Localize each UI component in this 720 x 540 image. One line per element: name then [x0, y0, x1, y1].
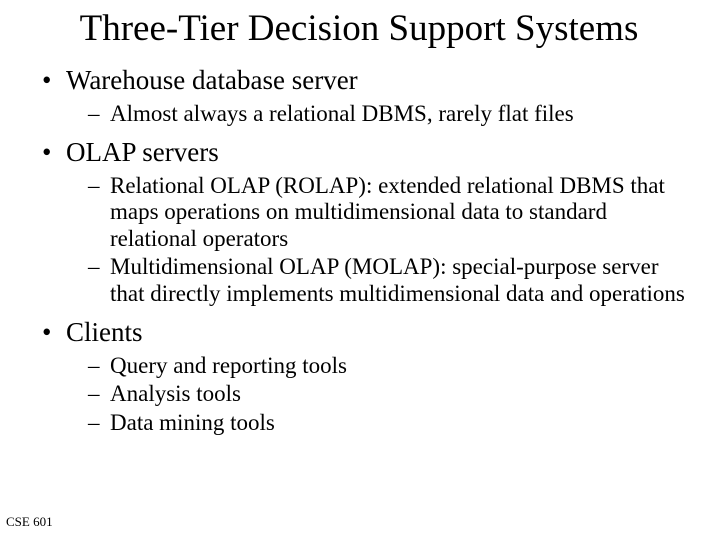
bullet-text: Warehouse database server [66, 65, 358, 95]
slide-footer: CSE 601 [6, 514, 53, 530]
sub-bullet-item: Data mining tools [94, 410, 698, 436]
bullet-item: OLAP servers Relational OLAP (ROLAP): ex… [46, 137, 698, 307]
bullet-text: OLAP servers [66, 137, 219, 167]
slide-title: Three-Tier Decision Support Systems [20, 10, 698, 49]
sub-bullet-list: Query and reporting tools Analysis tools… [66, 353, 698, 436]
sub-bullet-item: Multidimensional OLAP (MOLAP): special-p… [94, 254, 698, 307]
sub-bullet-item: Analysis tools [94, 381, 698, 407]
sub-bullet-item: Almost always a relational DBMS, rarely … [94, 101, 698, 127]
slide: Three-Tier Decision Support Systems Ware… [0, 0, 720, 540]
bullet-text: Clients [66, 317, 143, 347]
bullet-list: Warehouse database server Almost always … [20, 65, 698, 437]
bullet-item: Clients Query and reporting tools Analys… [46, 317, 698, 436]
bullet-item: Warehouse database server Almost always … [46, 65, 698, 127]
sub-bullet-item: Query and reporting tools [94, 353, 698, 379]
sub-bullet-list: Almost always a relational DBMS, rarely … [66, 101, 698, 127]
sub-bullet-item: Relational OLAP (ROLAP): extended relati… [94, 173, 698, 252]
sub-bullet-list: Relational OLAP (ROLAP): extended relati… [66, 173, 698, 307]
